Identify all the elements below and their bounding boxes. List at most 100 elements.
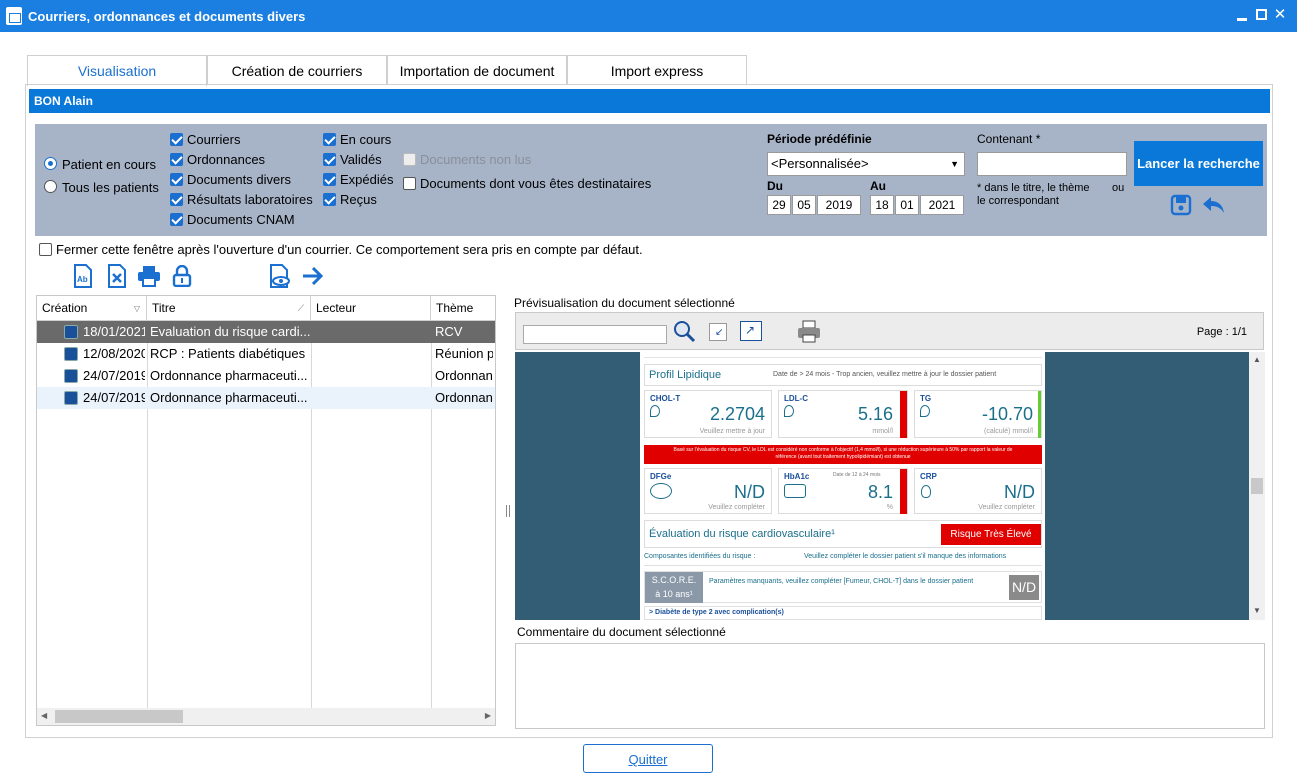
- tab-importation-document[interactable]: Importation de document: [387, 55, 567, 85]
- quit-button[interactable]: Quitter: [583, 744, 713, 773]
- fit-page-icon[interactable]: ↗: [740, 321, 762, 341]
- period-select[interactable]: <Personnalisée> ▼: [767, 152, 965, 176]
- minimize-icon[interactable]: [1235, 8, 1249, 22]
- checkbox-destinataires-label: Documents dont vous êtes destinataires: [420, 176, 652, 191]
- checkbox-close-after-open[interactable]: [39, 243, 52, 256]
- preview-document-icon[interactable]: [269, 264, 291, 288]
- tab-creation-courriers[interactable]: Création de courriers: [207, 55, 387, 85]
- containing-input[interactable]: [977, 152, 1127, 176]
- card-label: CHOL-T: [650, 394, 681, 403]
- chevron-down-icon: ▼: [950, 159, 959, 169]
- undo-icon[interactable]: [1201, 195, 1227, 215]
- card-sub: %: [886, 504, 893, 511]
- score-text: Paramètres manquants, veuillez compléter…: [709, 578, 974, 585]
- kidney-icon: [650, 483, 672, 499]
- scroll-thumb[interactable]: [1251, 478, 1263, 494]
- column-header-lecteur[interactable]: Lecteur: [311, 296, 431, 321]
- document-icon: [64, 347, 78, 361]
- window-title: Courriers, ordonnances et documents dive…: [28, 9, 306, 24]
- radio-tous-patients-label: Tous les patients: [62, 180, 159, 195]
- checkbox-courriers-label: Courriers: [187, 132, 241, 147]
- table-row[interactable]: 12/08/2020 RCP : Patients diabétiques Ré…: [37, 343, 495, 365]
- checkbox-documents-non-lus: [403, 153, 416, 166]
- row-theme: Réunion p: [435, 346, 493, 361]
- horizontal-scrollbar[interactable]: ◀ ▶: [37, 708, 495, 725]
- search-icon[interactable]: [672, 319, 696, 343]
- checkbox-courriers[interactable]: [170, 133, 183, 146]
- column-header-titre[interactable]: Titre ⟋: [147, 296, 311, 321]
- row-theme: RCV: [435, 324, 463, 339]
- preview-search-input[interactable]: [523, 325, 667, 344]
- card-sub: Veuillez compléter: [978, 504, 1035, 511]
- page-indicator: Page : 1/1: [1196, 326, 1247, 338]
- tab-import-express[interactable]: Import express: [567, 55, 747, 85]
- delete-document-icon[interactable]: [107, 264, 127, 288]
- document-list: Création ▽ Titre ⟋ Lecteur Thème 18/01/2…: [36, 295, 496, 726]
- maximize-icon[interactable]: [1255, 8, 1269, 22]
- checkbox-resultats-laboratoires-label: Résultats laboratoires: [187, 192, 313, 207]
- risk-components: Composantes identifiées du risque : Veui…: [644, 552, 1042, 566]
- arrow-right-icon[interactable]: [301, 265, 325, 287]
- status-bar-red: [900, 469, 907, 514]
- table-row[interactable]: 18/01/2021 Evaluation du risque cardi...…: [37, 321, 495, 343]
- window-titlebar: Courriers, ordonnances et documents dive…: [0, 0, 1297, 32]
- close-icon[interactable]: ✕: [1273, 7, 1287, 22]
- checkbox-valides[interactable]: [323, 153, 336, 166]
- lock-icon[interactable]: [172, 265, 192, 287]
- table-row[interactable]: 24/07/2019 Ordonnance pharmaceuti... Ord…: [37, 387, 495, 409]
- card-chol-t: CHOL-T 2.2704 Veuillez mettre à jour: [644, 390, 772, 438]
- table-row[interactable]: 24/07/2019 Ordonnance pharmaceuti... Ord…: [37, 365, 495, 387]
- card-value: 2.2704: [709, 404, 765, 424]
- save-icon[interactable]: [1170, 194, 1192, 216]
- risk-evaluation-header: Évaluation du risque cardiovasculaire¹ R…: [644, 520, 1042, 548]
- column-header-creation-label: Création: [42, 301, 88, 315]
- from-label: Du: [767, 179, 783, 193]
- scroll-thumb[interactable]: [55, 710, 183, 723]
- search-button[interactable]: Lancer la recherche: [1134, 141, 1263, 186]
- lipid-warning: Date de > 24 mois - Trop ancien, veuille…: [773, 371, 997, 378]
- print-icon[interactable]: [137, 265, 161, 287]
- to-day-input[interactable]: 18: [870, 195, 894, 215]
- status-bar-green: [1038, 391, 1041, 438]
- column-header-theme[interactable]: Thème: [431, 296, 495, 321]
- svg-text:Ab: Ab: [77, 275, 88, 284]
- score-value: N/D: [1009, 575, 1039, 600]
- row-theme: Ordonnanc: [435, 390, 493, 405]
- column-header-creation[interactable]: Création ▽: [37, 296, 147, 321]
- checkbox-ordonnances[interactable]: [170, 153, 183, 166]
- splitter-handle[interactable]: [506, 505, 510, 517]
- zoom-out-icon[interactable]: ↙: [709, 323, 727, 341]
- score-label-line-2: à 10 ans¹: [655, 589, 693, 599]
- to-year-input[interactable]: 2021: [920, 195, 964, 215]
- card-label: TG: [920, 394, 932, 403]
- checkbox-ordonnances-label: Ordonnances: [187, 152, 266, 167]
- rename-document-icon[interactable]: Ab: [73, 264, 93, 288]
- checkbox-en-cours[interactable]: [323, 133, 336, 146]
- checkbox-resultats-laboratoires[interactable]: [170, 193, 183, 206]
- scroll-down-icon[interactable]: ▼: [1253, 606, 1261, 615]
- preview-print-icon[interactable]: [796, 320, 822, 344]
- radio-patient-en-cours[interactable]: [44, 157, 57, 170]
- card-label: LDL-C: [784, 394, 808, 403]
- row-date: 24/07/2019: [83, 368, 145, 383]
- radio-tous-patients[interactable]: [44, 180, 57, 193]
- drop-icon: [920, 405, 930, 417]
- checkbox-destinataires[interactable]: [403, 177, 416, 190]
- to-month-input[interactable]: 01: [895, 195, 919, 215]
- checkbox-documents-cnam[interactable]: [170, 213, 183, 226]
- from-year-input[interactable]: 2019: [817, 195, 861, 215]
- from-day-input[interactable]: 29: [767, 195, 791, 215]
- comment-textarea[interactable]: [515, 643, 1265, 729]
- risk-title: Évaluation du risque cardiovasculaire¹: [649, 528, 835, 540]
- scroll-up-icon[interactable]: ▲: [1253, 355, 1261, 364]
- scroll-right-icon[interactable]: ▶: [485, 711, 491, 720]
- checkbox-recus[interactable]: [323, 193, 336, 206]
- scroll-left-icon[interactable]: ◀: [41, 711, 47, 720]
- status-bar-red: [900, 391, 907, 438]
- preview-vertical-scrollbar[interactable]: ▲ ▼: [1249, 352, 1265, 620]
- checkbox-expedies[interactable]: [323, 173, 336, 186]
- from-month-input[interactable]: 05: [792, 195, 816, 215]
- card-value: 8.1: [867, 482, 893, 502]
- tab-visualisation[interactable]: Visualisation: [27, 55, 207, 86]
- checkbox-documents-divers[interactable]: [170, 173, 183, 186]
